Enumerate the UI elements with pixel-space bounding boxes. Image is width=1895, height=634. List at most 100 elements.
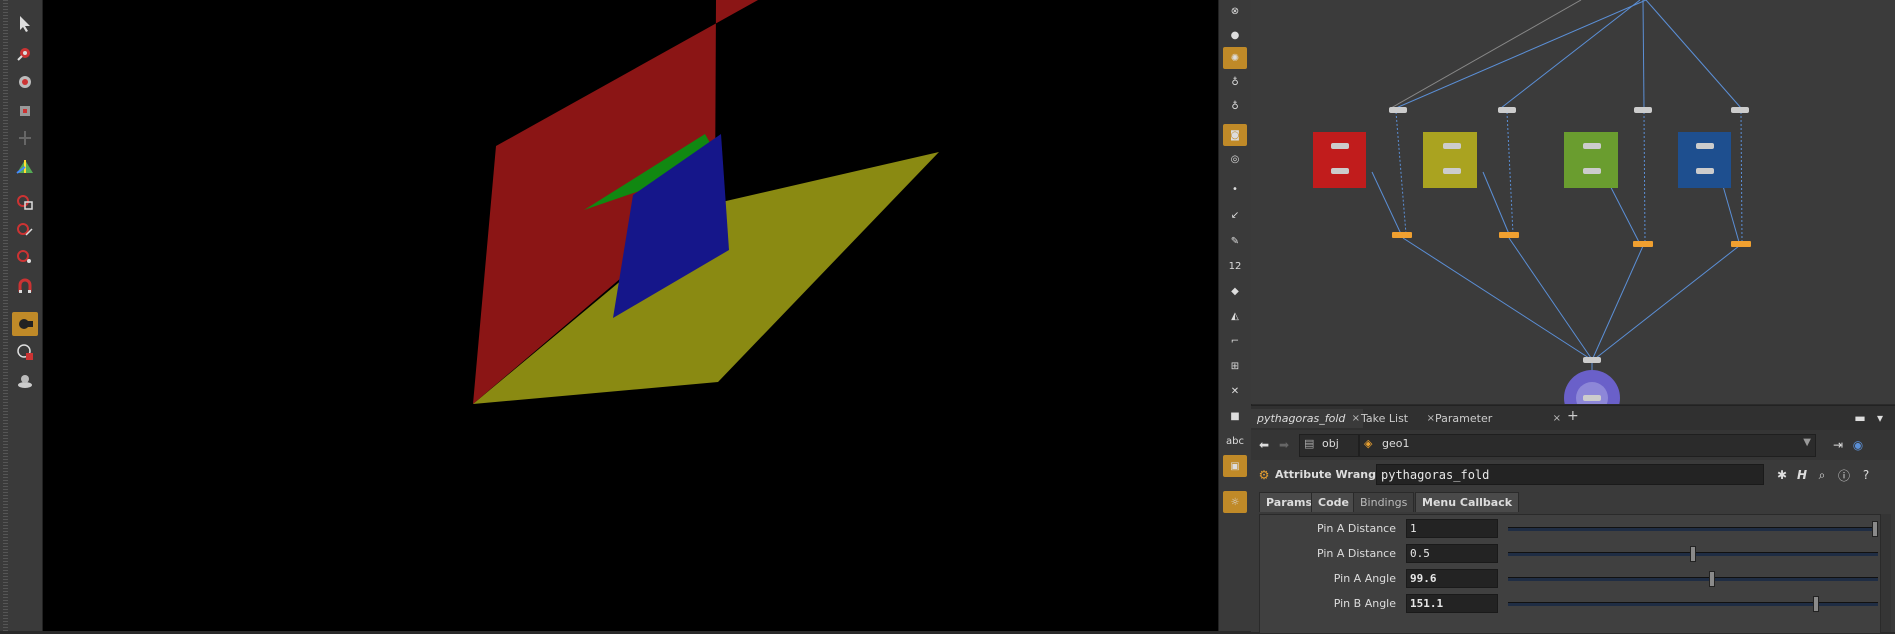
display-icon[interactable]: [12, 368, 38, 392]
pose-icon[interactable]: [12, 154, 38, 178]
geo-icon: ◈: [1364, 437, 1373, 450]
scale-icon[interactable]: [12, 99, 38, 123]
number-label: 12: [1228, 260, 1242, 272]
param-label: Pin A Distance: [1316, 522, 1396, 535]
rotate-icon[interactable]: [12, 70, 38, 94]
parameter-tabs: Params Code Bindings Menu Callback: [1251, 490, 1895, 514]
tab-parameter-spreadsheet[interactable]: Parameter Spreadsheet ×: [1429, 409, 1561, 444]
curve-icon[interactable]: ⌐: [1223, 330, 1247, 352]
point-light-icon[interactable]: ♁: [1223, 71, 1247, 93]
add-tab-button[interactable]: +: [1561, 407, 1585, 426]
pane-tab-bar: pythagoras_fold × Take List × Parameter …: [1251, 406, 1895, 444]
param-value-field[interactable]: 99.6: [1406, 569, 1498, 588]
abc-icon[interactable]: abc: [1223, 430, 1247, 452]
param-slider[interactable]: [1508, 546, 1878, 562]
left-toolbar: [0, 0, 43, 631]
tab-label: pythagoras_fold: [1257, 412, 1346, 425]
chevron-down-icon[interactable]: ▼: [1803, 437, 1811, 448]
link-icon[interactable]: ◉: [1849, 436, 1867, 454]
back-icon[interactable]: ⬅: [1255, 436, 1273, 454]
param-row: Pin A Distance 0.5: [1260, 542, 1880, 566]
help-h-icon[interactable]: H: [1793, 466, 1811, 484]
param-value-field[interactable]: 1: [1406, 519, 1498, 538]
snap-grid-icon[interactable]: [12, 245, 38, 269]
tab-menu-callback[interactable]: Menu Callback: [1415, 492, 1520, 512]
gear-icon[interactable]: ✱: [1773, 466, 1791, 484]
wrangle-icon: ⚙: [1258, 468, 1270, 482]
tab-take-list[interactable]: Take List ×: [1355, 409, 1435, 428]
path-segment-geo[interactable]: ◈ geo1 ▼: [1359, 434, 1816, 457]
path-segment-obj[interactable]: ▤ obj: [1299, 434, 1359, 457]
info-icon[interactable]: ⓘ: [1835, 466, 1853, 484]
eye-icon[interactable]: ◎: [1223, 148, 1247, 170]
param-slider[interactable]: [1508, 571, 1878, 587]
inner-nodes: [1331, 143, 1714, 174]
null-node: [1498, 107, 1516, 113]
menu-icon[interactable]: ▾: [1871, 409, 1889, 427]
toolbar-grip[interactable]: [3, 0, 8, 631]
null-node: [1634, 107, 1652, 113]
spot-light-icon[interactable]: ♁: [1223, 95, 1247, 117]
network-box-blue: [1678, 132, 1731, 188]
fill-icon[interactable]: ◭: [1223, 305, 1247, 327]
tab-pythagoras-fold[interactable]: pythagoras_fold ×: [1251, 409, 1363, 428]
param-label: Pin A Angle: [1333, 572, 1396, 585]
bucket-icon[interactable]: ◆: [1223, 280, 1247, 302]
param-value-field[interactable]: 151.1: [1406, 594, 1498, 613]
brush-icon[interactable]: ✎: [1223, 230, 1247, 252]
network-box-green: [1564, 132, 1618, 188]
scene-viewport[interactable]: [43, 0, 1218, 631]
path-node-label: geo1: [1382, 437, 1410, 450]
param-row: Pin A Distance 1: [1260, 517, 1880, 541]
path-root-label: obj: [1322, 437, 1339, 450]
render-icon[interactable]: [12, 312, 38, 336]
param-slider[interactable]: [1508, 521, 1878, 537]
slider-handle[interactable]: [1813, 596, 1820, 612]
null-node: [1389, 107, 1407, 113]
handle-icon[interactable]: [12, 126, 38, 150]
parameter-scrollbar[interactable]: [1881, 514, 1891, 632]
network-editor[interactable]: [1251, 0, 1895, 404]
flipbook-icon[interactable]: [12, 340, 38, 364]
param-value-field[interactable]: 0.5: [1406, 544, 1498, 563]
close-icon[interactable]: ⊗: [1223, 0, 1247, 22]
help-icon[interactable]: ?: [1857, 466, 1875, 484]
dot-icon[interactable]: •: [1223, 178, 1247, 200]
bulb-icon[interactable]: ☼: [1223, 491, 1247, 513]
slider-handle[interactable]: [1690, 546, 1696, 562]
folder-icon: ▤: [1304, 437, 1315, 450]
stop-icon[interactable]: ■: [1223, 405, 1247, 427]
merge-node: [1583, 357, 1601, 363]
pin-icon[interactable]: ⇥: [1829, 436, 1847, 454]
magnet-icon[interactable]: [12, 274, 38, 298]
snap-icon[interactable]: [12, 218, 38, 242]
image-icon[interactable]: ▣: [1223, 455, 1247, 477]
search-icon[interactable]: ⌕: [1813, 466, 1831, 484]
path-bar: ⬅ ➡ ▤ obj ◈ geo1 ▼ ⇥ ◉: [1251, 430, 1895, 460]
operator-bar: ⚙ Attribute Wrangle pythagoras_fold ✱ H …: [1251, 460, 1895, 490]
tab-code[interactable]: Code: [1311, 492, 1356, 512]
light-icon[interactable]: ✺: [1223, 47, 1247, 69]
pen-icon[interactable]: ↙: [1223, 204, 1247, 226]
slider-handle[interactable]: [1872, 521, 1878, 537]
tab-label: Take List: [1361, 412, 1409, 425]
scene-planes: [473, 0, 939, 404]
maximize-icon[interactable]: ▬: [1851, 409, 1869, 427]
camera-icon[interactable]: ◙: [1223, 124, 1247, 146]
camera-icon[interactable]: [12, 190, 38, 214]
skeleton-icon[interactable]: ✕: [1223, 380, 1247, 402]
abc-label: abc: [1226, 435, 1244, 447]
number-icon[interactable]: 12: [1223, 255, 1247, 277]
close-icon[interactable]: ×: [1553, 409, 1561, 428]
transform-icon[interactable]: [12, 41, 38, 65]
select-icon[interactable]: [12, 12, 38, 36]
sphere-icon[interactable]: ●: [1223, 24, 1247, 46]
param-slider[interactable]: [1508, 596, 1878, 612]
slider-handle[interactable]: [1709, 571, 1716, 587]
transform-nodes: [1392, 232, 1751, 247]
transform-icon[interactable]: ⊞: [1223, 355, 1247, 377]
tab-bindings[interactable]: Bindings: [1353, 492, 1415, 512]
operator-name-field[interactable]: pythagoras_fold: [1376, 464, 1764, 485]
param-label: Pin A Distance: [1316, 547, 1396, 560]
forward-icon[interactable]: ➡: [1275, 436, 1293, 454]
